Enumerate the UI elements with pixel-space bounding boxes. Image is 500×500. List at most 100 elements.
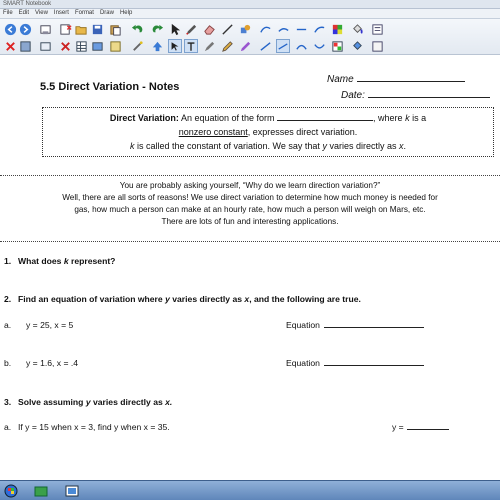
question-3: 3. Solve assuming y varies directly as x. bbox=[4, 397, 172, 407]
answer-blank bbox=[406, 422, 449, 430]
question-text: varies directly as bbox=[172, 294, 243, 304]
screen-shade-icon[interactable] bbox=[18, 39, 32, 53]
equation-2b: Equation bbox=[286, 358, 424, 368]
arrow-up-icon[interactable] bbox=[150, 39, 164, 53]
menu-edit[interactable]: Edit bbox=[19, 9, 29, 18]
intro-line: Well, there are all sorts of reasons! We… bbox=[62, 193, 438, 202]
intro-line: gas, how much a person can make at an ho… bbox=[74, 205, 426, 214]
equation-label: Equation bbox=[286, 358, 320, 368]
pen-style-2-icon[interactable] bbox=[276, 22, 290, 36]
explorer-icon[interactable] bbox=[33, 484, 49, 498]
variable-y: y bbox=[322, 141, 327, 151]
shapes-icon[interactable] bbox=[238, 22, 252, 36]
menu-insert[interactable]: Insert bbox=[54, 9, 69, 18]
start-button-icon[interactable] bbox=[3, 484, 19, 498]
eraser-icon[interactable] bbox=[202, 22, 216, 36]
full-screen-icon[interactable] bbox=[38, 39, 52, 53]
variable-k: k bbox=[129, 141, 135, 151]
definition-line-1: Direct Variation: An equation of the for… bbox=[43, 111, 493, 139]
question-2a: a. y = 25, x = 5 bbox=[4, 320, 73, 330]
menu-draw[interactable]: Draw bbox=[100, 9, 114, 18]
window-title: SMART Notebook bbox=[3, 1, 52, 7]
capture-icon[interactable] bbox=[90, 39, 104, 53]
question-2b: b. y = 1.6, x = .4 bbox=[4, 358, 78, 368]
notebook-app-icon[interactable] bbox=[64, 484, 80, 498]
menu-format[interactable]: Format bbox=[75, 9, 94, 18]
line-style-2-icon[interactable] bbox=[276, 39, 290, 53]
fill-icon[interactable] bbox=[350, 22, 364, 36]
question-number: 2. bbox=[4, 294, 12, 304]
equation-2a: Equation bbox=[286, 320, 424, 330]
magic-pen-icon[interactable] bbox=[130, 39, 144, 53]
definition-text: is a bbox=[412, 113, 427, 123]
divider bbox=[0, 175, 500, 176]
title-bar: SMART Notebook bbox=[0, 0, 500, 9]
definition-box: Direct Variation: An equation of the for… bbox=[42, 107, 494, 157]
next-page-icon[interactable] bbox=[18, 22, 32, 36]
gallery-icon[interactable] bbox=[108, 39, 122, 53]
pen-style-3-icon[interactable] bbox=[294, 22, 308, 36]
menu-help[interactable]: Help bbox=[120, 9, 132, 18]
pen-style-4-icon[interactable] bbox=[312, 22, 326, 36]
equation-label: Equation bbox=[286, 320, 320, 330]
answer-3a: y = bbox=[392, 422, 449, 432]
line-style-4-icon[interactable] bbox=[312, 39, 326, 53]
definition-blank bbox=[277, 113, 374, 121]
equation-blank bbox=[323, 320, 424, 328]
delete-page-icon[interactable] bbox=[58, 22, 72, 36]
page-sorter-icon[interactable] bbox=[370, 39, 384, 53]
variable-y: y bbox=[85, 397, 91, 407]
select-tool-icon[interactable] bbox=[168, 39, 182, 53]
fill-color-icon[interactable] bbox=[350, 39, 364, 53]
highlighter-icon[interactable] bbox=[202, 39, 216, 53]
question-text: Solve assuming bbox=[18, 397, 84, 407]
add-page-icon[interactable] bbox=[38, 22, 52, 36]
select-arrow-icon[interactable] bbox=[168, 22, 182, 36]
question-text: Find an equation of variation where bbox=[18, 294, 163, 304]
menu-file[interactable]: File bbox=[3, 9, 13, 18]
variable-k: k bbox=[63, 256, 69, 266]
colors-icon[interactable] bbox=[330, 39, 344, 53]
sub-text: y = 1.6, x = .4 bbox=[26, 358, 79, 368]
redo-icon[interactable] bbox=[150, 22, 164, 36]
previous-page-icon[interactable] bbox=[3, 22, 17, 36]
line-icon[interactable] bbox=[220, 22, 234, 36]
line-style-3-icon[interactable] bbox=[294, 39, 308, 53]
question-2: 2. Find an equation of variation where y … bbox=[4, 294, 361, 304]
question-text: What does bbox=[18, 256, 62, 266]
answer-label: y = bbox=[392, 422, 404, 432]
variable-y: y bbox=[165, 294, 170, 304]
intro-line: You are probably asking yourself, “Why d… bbox=[119, 181, 381, 190]
toolbar bbox=[0, 19, 500, 55]
table-icon[interactable] bbox=[74, 39, 88, 53]
pencil-icon[interactable] bbox=[220, 39, 234, 53]
question-number: 1. bbox=[4, 256, 12, 266]
properties-icon[interactable] bbox=[370, 22, 384, 36]
color-palette-icon[interactable] bbox=[330, 22, 344, 36]
text-tool-icon[interactable] bbox=[184, 39, 198, 53]
open-icon[interactable] bbox=[74, 22, 88, 36]
question-text: , and the following are true. bbox=[249, 294, 361, 304]
save-icon[interactable] bbox=[90, 22, 104, 36]
menu-bar: File Edit View Insert Format Draw Help bbox=[0, 9, 500, 19]
definition-line-2: k is called the constant of variation. W… bbox=[43, 139, 493, 153]
page-title: 5.5 Direct Variation - Notes bbox=[40, 81, 180, 93]
sub-label: b. bbox=[4, 358, 12, 368]
creative-pen-icon[interactable] bbox=[238, 39, 252, 53]
question-1: 1. What does k represent? bbox=[4, 256, 115, 266]
divider bbox=[0, 241, 500, 242]
undo-icon[interactable] bbox=[130, 22, 144, 36]
red-close-icon[interactable] bbox=[3, 39, 17, 53]
variable-x: x. bbox=[165, 397, 173, 407]
pen-icon[interactable] bbox=[184, 22, 198, 36]
menu-view[interactable]: View bbox=[35, 9, 48, 18]
paste-icon[interactable] bbox=[108, 22, 122, 36]
line-style-1-icon[interactable] bbox=[258, 39, 272, 53]
document-page: 5.5 Direct Variation - Notes Name Date: … bbox=[0, 56, 500, 480]
definition-text: , expresses direct variation. bbox=[247, 127, 358, 137]
name-field: Name bbox=[327, 74, 465, 85]
sub-label: a. bbox=[4, 320, 12, 330]
pen-style-1-icon[interactable] bbox=[258, 22, 272, 36]
date-label: Date: bbox=[341, 90, 365, 101]
cut-icon[interactable] bbox=[58, 39, 72, 53]
